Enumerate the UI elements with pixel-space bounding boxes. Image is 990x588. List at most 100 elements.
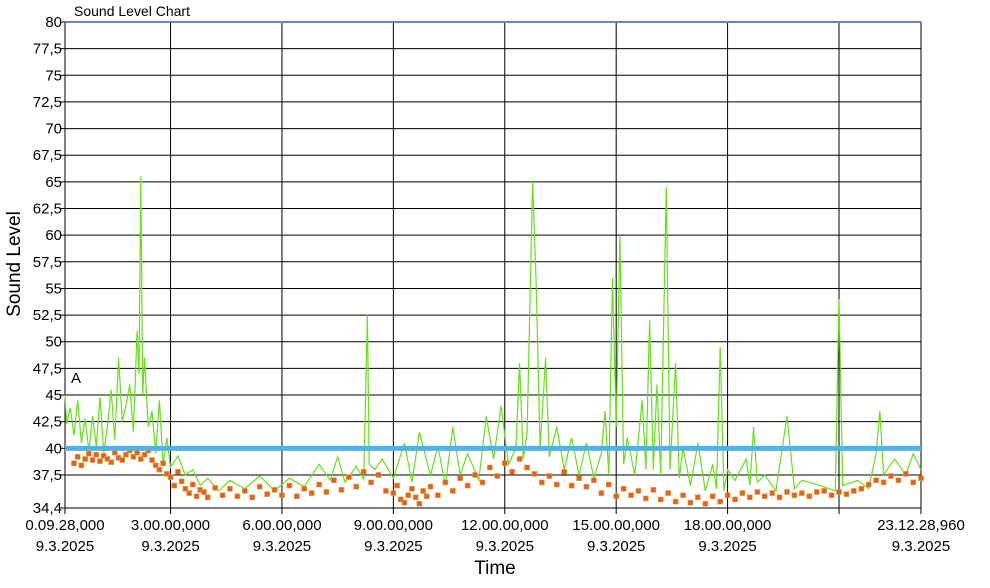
y-tick-label: 70 (45, 121, 62, 138)
level-marker-point (423, 493, 430, 500)
level-marker-point (112, 449, 118, 456)
level-marker-point (212, 484, 218, 491)
level-marker-point (494, 473, 501, 479)
level-marker-point (316, 481, 322, 488)
y-tick-label: 60 (45, 227, 62, 244)
level-marker-point (903, 471, 909, 477)
level-marker-point (858, 486, 865, 492)
plot-area (64, 21, 922, 509)
level-marker-point (509, 468, 515, 475)
level-marker-point (754, 489, 761, 495)
y-tick-label: 50 (45, 334, 62, 351)
level-marker-point (821, 488, 827, 494)
level-marker-point (435, 492, 441, 499)
y-tick-label: 45 (45, 387, 62, 404)
level-marker-point (613, 493, 619, 500)
level-marker-point (108, 459, 114, 465)
level-marker-point (204, 494, 211, 501)
level-marker-point (546, 473, 553, 479)
level-marker-point (895, 477, 902, 484)
x-tick-time-label: 12.00.00,000 (461, 517, 549, 534)
level-marker-point (409, 486, 415, 492)
level-marker-point (501, 460, 508, 467)
level-marker-point (880, 479, 887, 486)
level-marker-point (149, 457, 155, 463)
level-marker-point (472, 472, 478, 478)
level-marker-point (160, 460, 166, 467)
level-marker-point (583, 483, 590, 490)
level-marker-point (865, 481, 872, 488)
level-marker-point (828, 492, 835, 499)
level-marker-point (665, 490, 671, 496)
y-tick-label: 75 (45, 67, 62, 84)
level-marker-point (86, 450, 92, 457)
level-marker-point (227, 486, 233, 492)
level-marker-point (836, 489, 842, 495)
x-tick-date-label: 9.3.2025 (36, 538, 94, 555)
level-marker-point (739, 490, 746, 496)
y-axis-ticks: 80 77,5 75 72,5 70 67,5 65 62,5 60 57,5 55 52,5 50 47… (33, 14, 65, 517)
level-marker-point (134, 449, 140, 456)
x-tick-time-label: 3.00.00,000 (131, 517, 210, 534)
level-marker-point (672, 498, 679, 505)
x-tick-time-label: 15.00.00,000 (572, 517, 660, 534)
x-tick-date-label: 9.3.2025 (364, 538, 422, 555)
level-marker-point (190, 481, 196, 488)
level-marker-point (479, 479, 486, 486)
x-tick-time-label: 18.00.00,000 (684, 517, 772, 534)
level-marker-point (405, 492, 412, 499)
x-tick-date-label: 9.3.2025 (698, 538, 756, 555)
level-marker-point (416, 500, 423, 507)
y-tick-label: 62,5 (33, 201, 62, 218)
level-marker-point (702, 500, 709, 507)
level-marker-point (568, 482, 575, 489)
x-tick-date-label: 9.3.2025 (253, 538, 311, 555)
level-marker-point (178, 478, 185, 485)
x-tick-time-label: 0.09.28,000 (25, 517, 104, 534)
x-tick-date-label: 9.3.2025 (892, 538, 950, 555)
level-marker-point (531, 471, 538, 477)
y-tick-label: 57,5 (33, 254, 62, 271)
marker-a-label: A (71, 370, 81, 387)
level-marker-point (605, 481, 612, 488)
level-marker-point (650, 487, 657, 493)
level-marker-point (628, 492, 634, 499)
level-marker-point (89, 457, 96, 463)
level-marker-point (82, 456, 88, 462)
level-marker-point (156, 466, 163, 473)
level-marker-point (576, 475, 582, 481)
level-marker-point (171, 482, 178, 489)
level-marker-point (119, 457, 126, 463)
level-marker-point (78, 462, 85, 469)
level-marker-point (717, 498, 723, 505)
level-marker-point (412, 494, 419, 501)
level-marker-point (201, 489, 207, 495)
level-marker-point (390, 490, 397, 496)
level-marker-point (791, 492, 798, 499)
level-marker-point (375, 472, 382, 478)
y-tick-label: 40 (45, 440, 62, 457)
level-marker-point (561, 468, 567, 475)
level-marker-point (294, 493, 300, 500)
level-marker-point (910, 479, 917, 486)
level-marker-point (813, 489, 820, 495)
level-marker-point (598, 490, 605, 496)
x-tick-time-label: 9.00.00,000 (354, 517, 433, 534)
level-marker-point (553, 481, 560, 488)
level-marker-point (286, 482, 293, 489)
level-marker-point (353, 483, 360, 490)
y-tick-label: 52,5 (33, 307, 62, 324)
level-marker-point (175, 468, 181, 475)
level-marker-point (776, 494, 783, 501)
level-marker-point (635, 488, 642, 494)
level-marker-point (457, 475, 464, 481)
x-tick-time-label: 23.12.28,960 (877, 517, 965, 534)
y-tick-label: 42,5 (33, 414, 62, 431)
level-marker-point (256, 483, 263, 490)
level-marker-point (308, 490, 315, 496)
y-tick-label: 55 (45, 280, 62, 297)
level-marker-point (93, 451, 100, 458)
level-marker-point (487, 464, 493, 471)
level-marker-point (323, 489, 330, 495)
x-tick-time-label: 6.00.00,000 (242, 517, 321, 534)
